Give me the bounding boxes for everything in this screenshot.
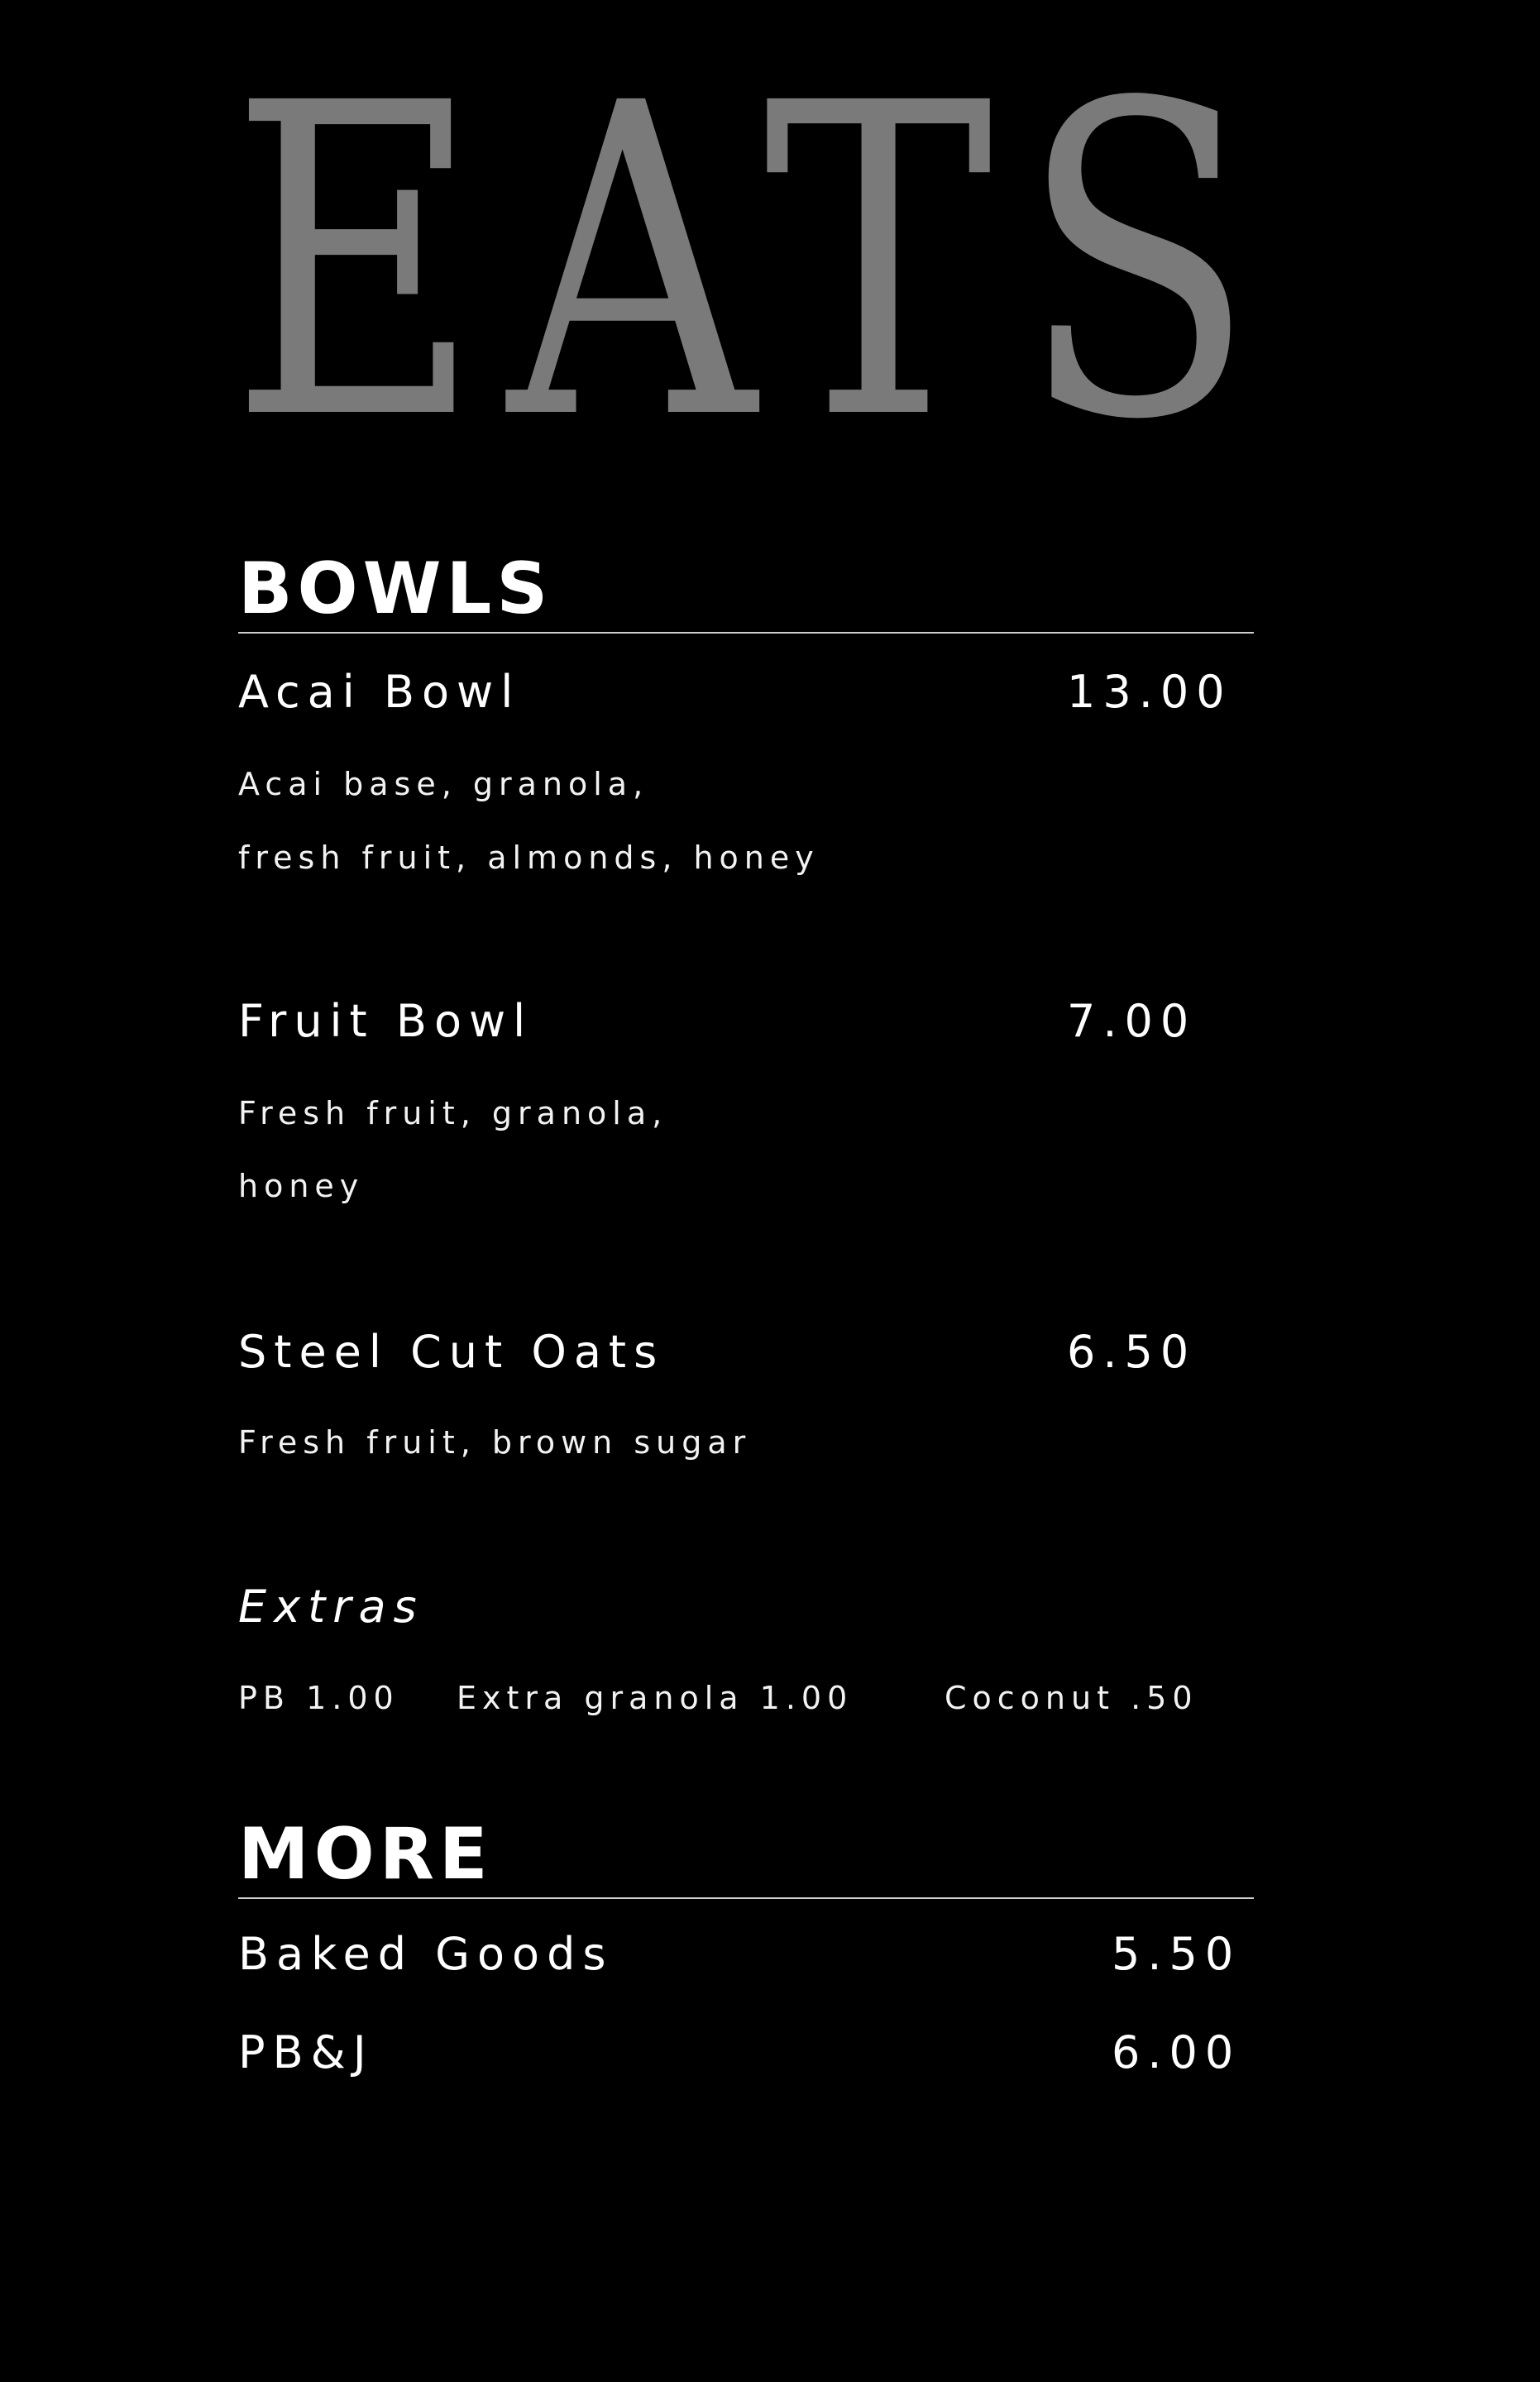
menu-item-name-acai-bowl: Acai Bowl	[238, 666, 521, 718]
menu-item-price-pbj: 6.00	[1112, 2026, 1241, 2078]
section-divider-more	[238, 1897, 1254, 1899]
menu-item-name-baked-goods: Baked Goods	[238, 1928, 614, 1980]
extras-item-coconut: Coconut .50	[945, 1680, 1198, 1716]
menu-item-price-acai-bowl: 13.00	[1067, 666, 1232, 718]
menu-item-name-steel-cut-oats: Steel Cut Oats	[238, 1326, 665, 1378]
logo-wordmark: EATS	[230, 12, 1282, 514]
section-heading-more: MORE	[238, 1813, 493, 1896]
extras-title: Extras	[238, 1581, 424, 1633]
menu-item-price-baked-goods: 5.50	[1112, 1928, 1241, 1980]
section-heading-bowls: BOWLS	[238, 548, 553, 630]
section-divider-bowls	[238, 632, 1254, 634]
menu-item-description-line: fresh fruit, almonds, honey	[238, 839, 820, 876]
menu-item-name-pbj: PB&J	[238, 2026, 374, 2078]
extras-item-pb: PB 1.00	[238, 1680, 399, 1716]
menu-item-description-line: Fresh fruit, granola,	[238, 1095, 668, 1131]
menu-item-name-fruit-bowl: Fruit Bowl	[238, 995, 533, 1047]
menu-item-description-line: honey	[238, 1168, 365, 1204]
menu-item-description-line: Acai base, granola,	[238, 766, 649, 802]
menu-item-description-line: Fresh fruit, brown sugar	[238, 1424, 752, 1461]
extras-item-extra-granola: Extra granola 1.00	[457, 1680, 854, 1716]
menu-item-price-steel-cut-oats: 6.50	[1067, 1326, 1197, 1378]
menu-item-price-fruit-bowl: 7.00	[1067, 995, 1197, 1047]
